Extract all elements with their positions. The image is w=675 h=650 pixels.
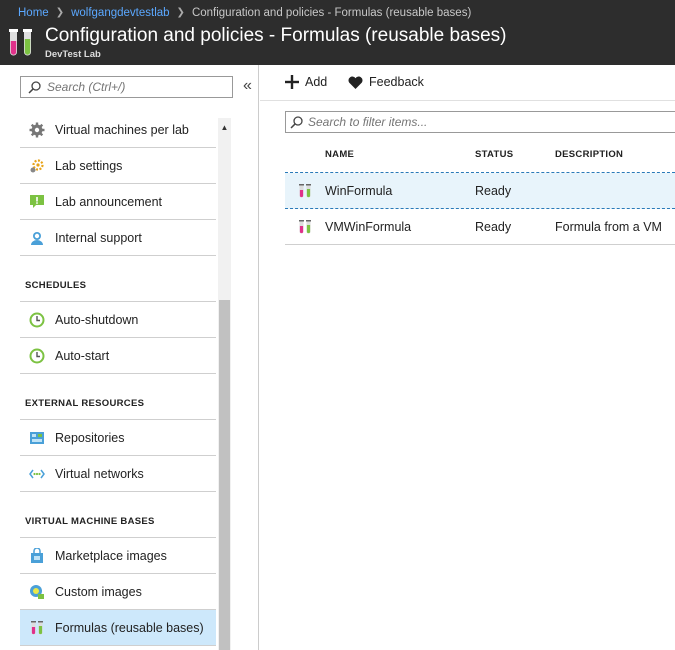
sidebar-item-label: Repositories [55,430,125,445]
sidebar-item-label: Formulas (reusable bases) [55,620,204,635]
sidebar-item-label: Lab announcement [55,194,163,209]
chevron-right-icon: ❯ [55,7,65,18]
announcement-icon [28,193,46,211]
support-icon [28,229,46,247]
filter-input[interactable] [308,115,658,129]
formula-icon [28,619,46,637]
search-icon [290,115,303,129]
table-row[interactable]: VMWinFormula Ready Formula from a VM [285,209,675,245]
scrollbar-thumb[interactable] [219,300,230,650]
sidebar-scrollbar[interactable]: ▲ [218,118,231,650]
sidebar-item-lab-announcement[interactable]: Lab announcement [20,184,216,220]
sidebar-item-lab-settings[interactable]: Lab settings [20,148,216,184]
sidebar-item-label: Custom images [55,584,142,599]
row-name: VMWinFormula [325,219,412,234]
heart-icon [348,76,363,89]
feedback-button[interactable]: Feedback [348,75,424,89]
main-panel: Add Feedback NAME STATUS DESCRIPTION Win… [260,65,675,650]
row-name: WinFormula [325,183,393,198]
sidebar-menu: Virtual machines per lab Lab settings La… [20,112,216,646]
collapse-sidebar-button[interactable]: « [243,77,252,95]
sidebar-item-auto-shutdown[interactable]: Auto-shutdown [20,302,216,338]
sidebar-item-virtual-machines-per-lab[interactable]: Virtual machines per lab [20,112,216,148]
section-header-external-resources: EXTERNAL RESOURCES [20,374,216,420]
marketplace-icon [28,547,46,565]
breadcrumb-lab[interactable]: wolfgangdevtestlab [71,7,169,19]
sidebar-item-label: Virtual machines per lab [55,122,189,137]
plus-icon [285,75,299,89]
sidebar-item-label: Lab settings [55,158,123,173]
formulas-table: NAME STATUS DESCRIPTION WinFormula Ready… [285,137,675,245]
sidebar-item-auto-start[interactable]: Auto-start [20,338,216,374]
devtest-lab-icon [9,29,32,56]
add-button-label: Add [305,75,328,89]
formula-icon [285,219,325,235]
clock-icon [28,347,46,365]
section-header-virtual-machine-bases: VIRTUAL MACHINE BASES [20,492,216,538]
row-status: Ready [475,183,512,198]
scroll-up-arrow-icon[interactable]: ▲ [218,120,231,134]
sidebar-item-marketplace-images[interactable]: Marketplace images [20,538,216,574]
breadcrumb-current: Configuration and policies - Formulas (r… [191,6,472,19]
page-subtitle: DevTest Lab [45,49,101,60]
breadcrumb: Home ❯ wolfgangdevtestlab ❯ Configuratio… [18,5,471,20]
formula-icon [285,183,325,199]
chevron-right-icon: ❯ [176,7,185,18]
sidebar-item-internal-support[interactable]: Internal support [20,220,216,256]
page-title: Configuration and policies - Formulas (r… [45,25,507,46]
sidebar-search-input[interactable] [47,80,227,94]
column-header-status[interactable]: STATUS [475,149,555,160]
sidebar-item-label: Auto-shutdown [55,312,139,327]
row-status: Ready [475,219,512,234]
breadcrumb-home[interactable]: Home [18,7,49,19]
filter-box[interactable] [285,111,675,133]
gear-icon [28,121,46,139]
sidebar-item-repositories[interactable]: Repositories [20,420,216,456]
column-header-name[interactable]: NAME [325,149,475,160]
search-icon [28,80,41,94]
add-button[interactable]: Add [285,75,327,89]
network-icon [28,465,46,483]
column-header-description[interactable]: DESCRIPTION [555,149,675,160]
sidebar-item-label: Virtual networks [55,466,144,481]
sidebar-search-box[interactable] [20,76,233,98]
sidebar-item-label: Auto-start [55,348,110,363]
sidebar-item-label: Internal support [55,230,142,245]
sidebar: « Virtual machines per lab Lab settings … [0,65,259,650]
sidebar-item-virtual-networks[interactable]: Virtual networks [20,456,216,492]
table-row[interactable]: WinFormula Ready [285,173,675,209]
row-description: Formula from a VM [555,219,662,234]
feedback-button-label: Feedback [369,75,424,89]
section-header-schedules: SCHEDULES [20,256,216,302]
sidebar-item-custom-images[interactable]: Custom images [20,574,216,610]
repository-icon [28,429,46,447]
clock-icon [28,311,46,329]
sidebar-item-label: Marketplace images [55,548,167,563]
custom-image-icon [28,583,46,601]
settings-icon [28,157,46,175]
table-header: NAME STATUS DESCRIPTION [285,137,675,173]
top-bar: Home ❯ wolfgangdevtestlab ❯ Configuratio… [0,0,675,65]
command-bar: Add Feedback [260,65,675,101]
sidebar-item-formulas[interactable]: Formulas (reusable bases) [20,610,216,646]
